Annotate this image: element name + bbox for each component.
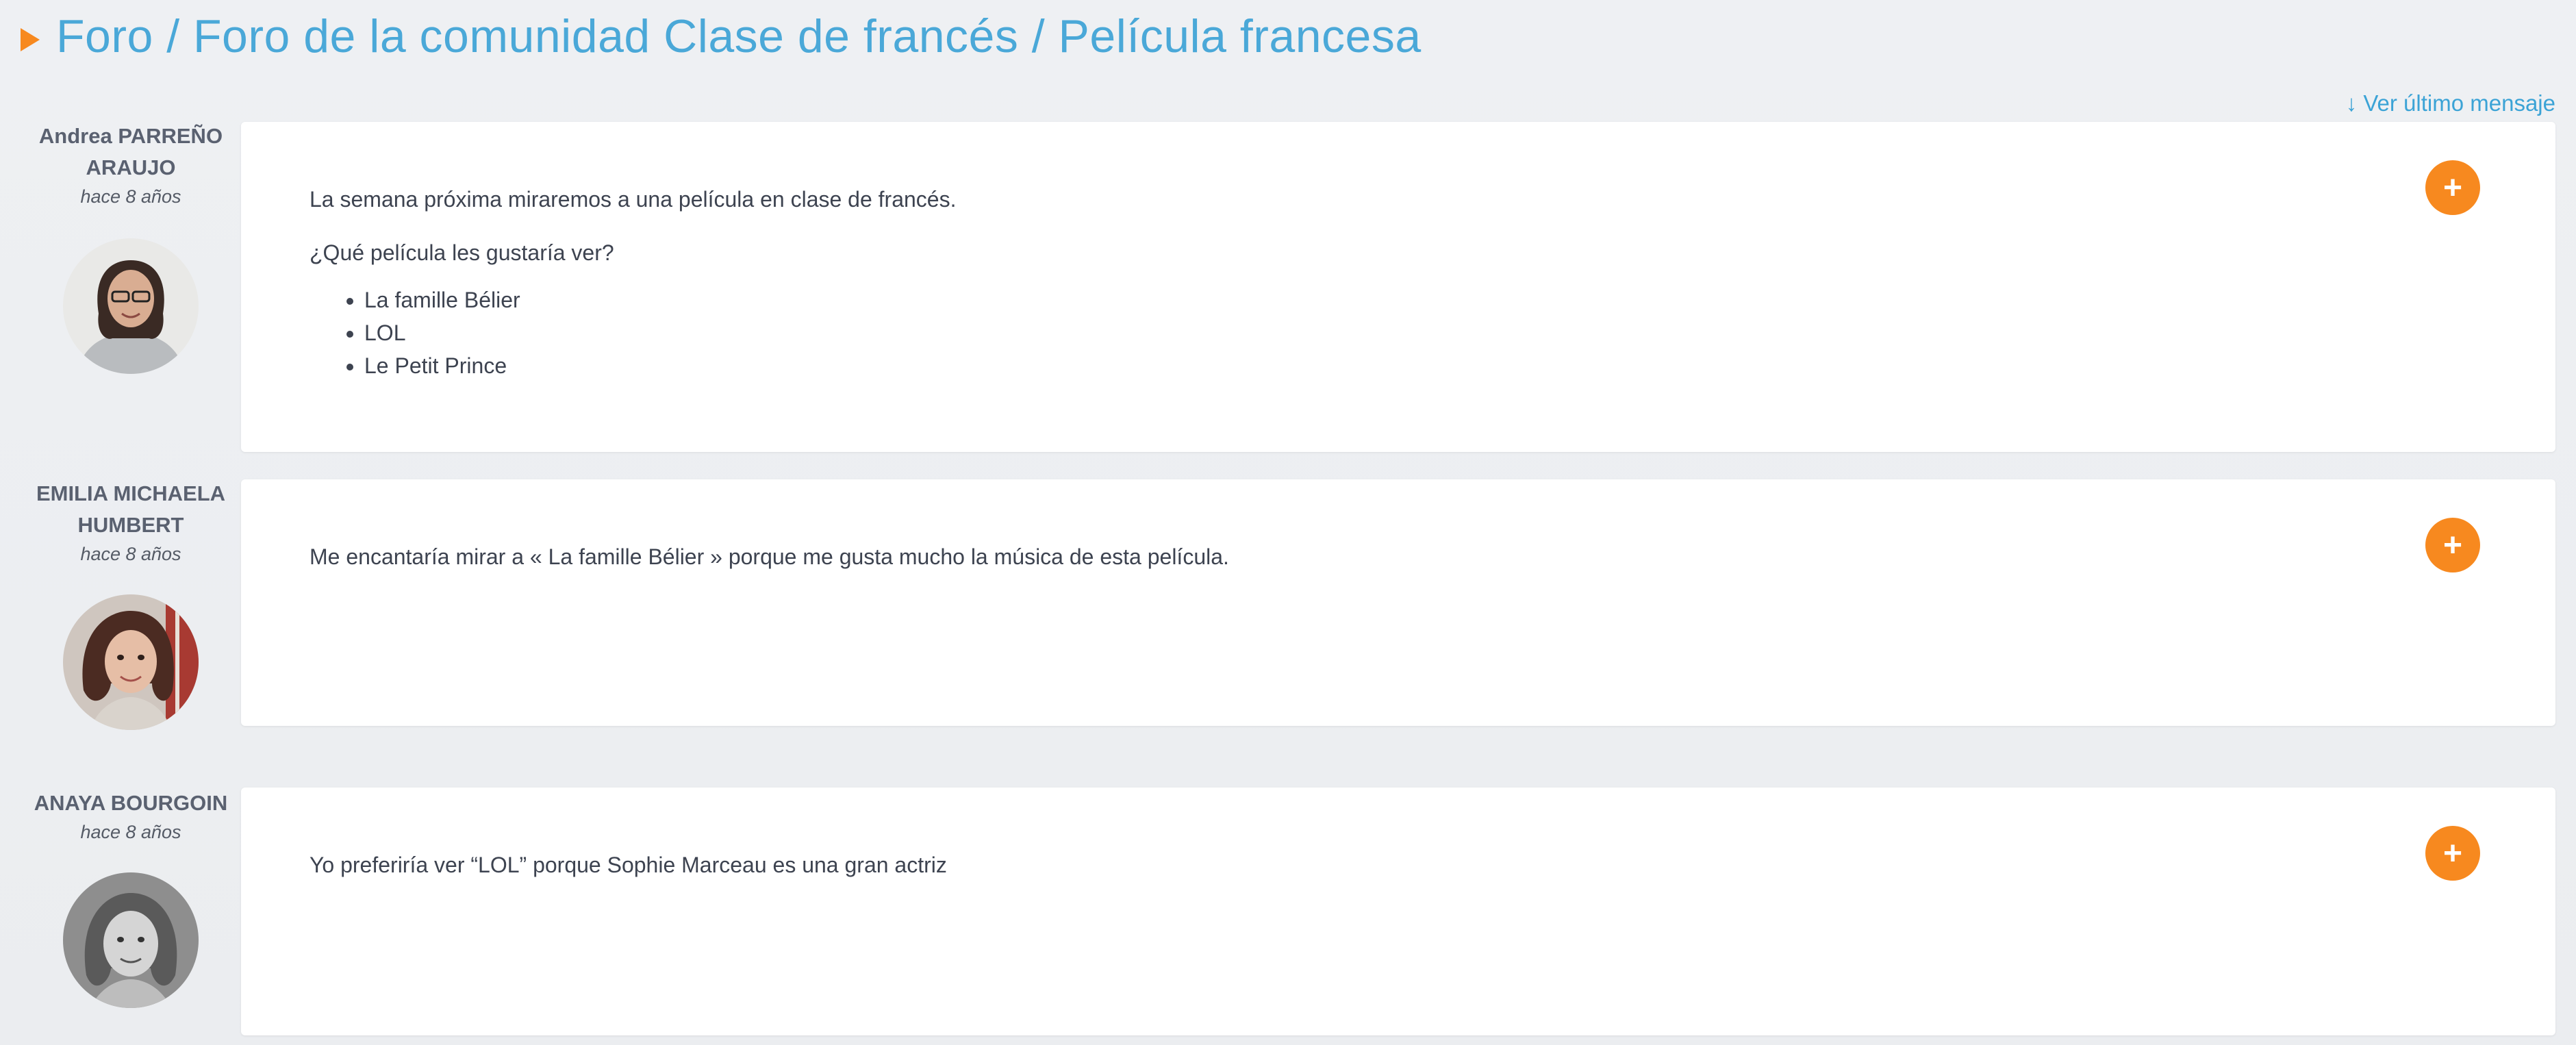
post-action-button[interactable]: + — [2425, 518, 2480, 572]
post-body: La semana próxima miraremos a una pelícu… — [310, 184, 956, 382]
forum-post: ANAYA BOURGOIN hace 8 años Yo preferiría… — [0, 785, 2576, 1035]
post-time: hace 8 años — [80, 186, 181, 207]
page-title: Foro / Foro de la comunidad Clase de fra… — [56, 10, 1422, 62]
post-card: La semana próxima miraremos a una pelícu… — [241, 122, 2555, 452]
post-author: ANAYA BOURGOIN hace 8 años — [25, 788, 237, 843]
post-paragraph: La semana próxima miraremos a una pelícu… — [310, 187, 957, 212]
view-last-message-link[interactable]: ↓ Ver último mensaje — [2346, 90, 2555, 116]
avatar[interactable] — [63, 594, 199, 730]
post-time: hace 8 años — [80, 544, 181, 564]
post-body: Me encantaría mirar a « La famille Bélie… — [310, 541, 1229, 594]
author-name[interactable]: Andrea PARREÑO ARAUJO — [25, 121, 237, 184]
post-author: Andrea PARREÑO ARAUJO hace 8 años — [25, 121, 237, 207]
forum-post: Andrea PARREÑO ARAUJO hace 8 años La sem… — [0, 118, 2576, 452]
plus-icon: + — [2442, 527, 2463, 564]
forum-post: EMILIA MICHAELA HUMBERT hace 8 años Me e… — [0, 475, 2576, 730]
post-author: EMILIA MICHAELA HUMBERT hace 8 años — [25, 478, 237, 565]
list-item: La famille Bélier — [364, 284, 956, 316]
list-item: Le Petit Prince — [364, 349, 956, 382]
post-paragraph: ¿Qué película les gustaría ver? — [310, 240, 614, 265]
post-body: Yo preferiría ver “LOL” porque Sophie Ma… — [310, 849, 947, 903]
list-item: LOL — [364, 316, 956, 349]
plus-icon: + — [2442, 169, 2463, 206]
page-header: Foro / Foro de la comunidad Clase de fra… — [21, 5, 1422, 67]
movie-list: La famille Bélier LOL Le Petit Prince — [310, 284, 956, 382]
triangle-right-icon — [21, 28, 40, 51]
post-card: Me encantaría mirar a « La famille Bélie… — [241, 479, 2555, 726]
plus-icon: + — [2442, 835, 2463, 872]
author-name[interactable]: ANAYA BOURGOIN — [25, 788, 237, 819]
post-action-button[interactable]: + — [2425, 160, 2480, 215]
avatar[interactable] — [63, 238, 199, 374]
avatar[interactable] — [63, 872, 199, 1008]
post-time: hace 8 años — [80, 822, 181, 842]
post-action-button[interactable]: + — [2425, 826, 2480, 881]
post-card: Yo preferiría ver “LOL” porque Sophie Ma… — [241, 788, 2555, 1035]
author-name[interactable]: EMILIA MICHAELA HUMBERT — [25, 478, 237, 541]
post-paragraph: Me encantaría mirar a « La famille Bélie… — [310, 544, 1229, 569]
post-paragraph: Yo preferiría ver “LOL” porque Sophie Ma… — [310, 853, 947, 877]
